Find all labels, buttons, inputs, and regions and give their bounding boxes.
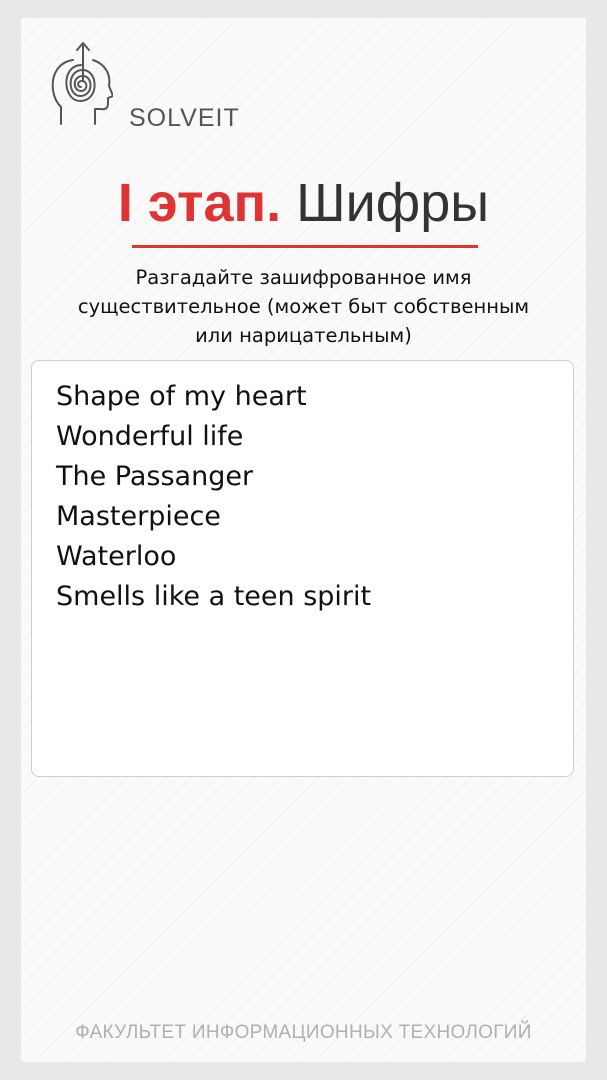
cipher-text-box: Shape of my heart Wonderful life The Pas…: [31, 360, 574, 777]
cipher-line: The Passanger: [56, 461, 254, 492]
instructions-line: существительное (может быт собственным: [77, 295, 530, 318]
cipher-line: Wonderful life: [56, 421, 244, 452]
instructions-text: Разгадайте зашифрованное имя существител…: [21, 263, 586, 350]
head-labyrinth-icon: [51, 42, 113, 125]
brand-name: SOLVEIT: [129, 104, 240, 132]
title-stage: I этап.: [117, 173, 282, 233]
cipher-line: Waterloo: [56, 541, 177, 572]
page-title: I этап. Шифры: [21, 168, 586, 238]
cipher-line: Masterpiece: [56, 501, 221, 532]
instructions-line: Разгадайте зашифрованное имя: [135, 266, 472, 289]
cipher-line: Shape of my heart: [56, 381, 307, 412]
footer-faculty: ФАКУЛЬТЕТ ИНФОРМАЦИОННЫХ ТЕХНОЛОГИЙ: [75, 1022, 532, 1043]
instructions-line: или нарицательным): [195, 324, 412, 347]
cipher-line: Smells like a teen spirit: [56, 581, 372, 612]
title-topic: Шифры: [296, 173, 490, 233]
title-underline: [132, 245, 478, 248]
slide-card: SOLVEIT I этап. Шифры Разгадайте зашифро…: [21, 18, 586, 1062]
